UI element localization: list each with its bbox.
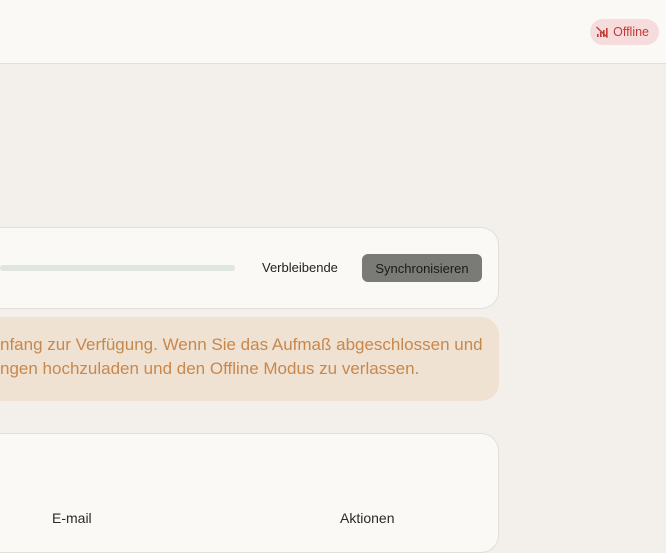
column-header-email: E-mail <box>52 510 92 526</box>
sync-progress-bar <box>0 265 235 271</box>
remaining-label: Verbleibende <box>262 260 338 275</box>
notice-text-line-2: ngen hochzuladen und den Offline Modus z… <box>0 359 420 378</box>
notice-text-line-1: nfang zur Verfügung. Wenn Sie das Aufmaß… <box>0 335 483 354</box>
users-table-card <box>0 433 499 553</box>
top-bar: Offline <box>0 0 666 64</box>
signal-off-icon <box>596 26 609 38</box>
offline-status-badge: Offline <box>590 19 659 45</box>
column-header-actions: Aktionen <box>340 510 395 526</box>
synchronize-button[interactable]: Synchronisieren <box>362 254 482 282</box>
offline-status-label: Offline <box>613 25 649 39</box>
